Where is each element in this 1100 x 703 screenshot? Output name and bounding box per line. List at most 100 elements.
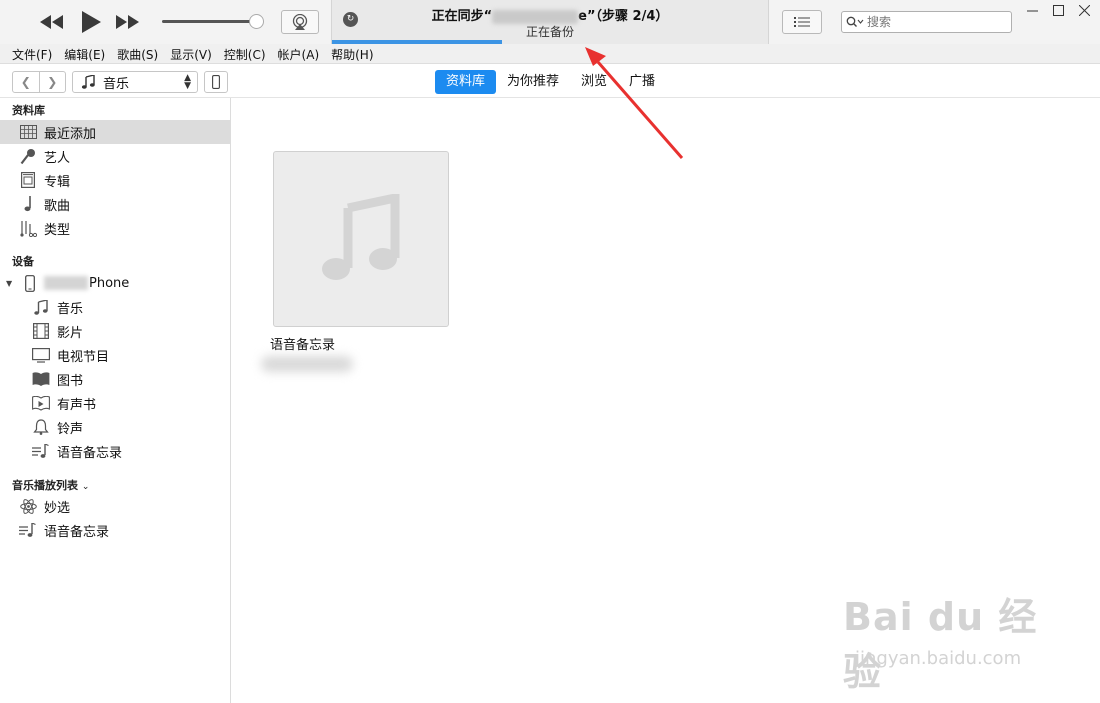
sidebar-item-songs[interactable]: 歌曲 <box>0 192 230 216</box>
minimize-icon <box>1026 10 1038 11</box>
history-navigation: ❮ ❯ <box>12 71 66 93</box>
tab-radio[interactable]: 广播 <box>618 70 666 94</box>
chevron-down-icon: ⌄ <box>81 482 90 492</box>
menu-controls[interactable]: 控制(C) <box>218 44 272 63</box>
fast-forward-icon[interactable] <box>113 10 141 34</box>
sidebar-item-label: 最近添加 <box>44 126 97 142</box>
sidebar-item-label: 电视节目 <box>57 349 110 365</box>
sync-title: 正在同步“ e”（步骤 2/4） <box>332 5 768 24</box>
airplay-icon <box>292 14 308 30</box>
watermark-url: jingyan.baidu.com <box>855 648 1022 669</box>
sidebar-item-label: 妙选 <box>44 500 71 516</box>
up-next-button[interactable] <box>782 10 822 34</box>
tab-library[interactable]: 资料库 <box>435 70 497 94</box>
device-name-redacted <box>492 9 579 24</box>
playlist-icon <box>31 441 51 461</box>
updown-chevron-icon: ▲ ▼ <box>184 73 191 91</box>
sidebar-item-label: 艺人 <box>44 150 71 166</box>
album-artist-redacted <box>261 356 353 372</box>
sidebar-item-label: 图书 <box>57 373 84 389</box>
album-title[interactable]: 语音备忘录 <box>270 334 335 353</box>
tab-browse[interactable]: 浏览 <box>570 70 618 94</box>
back-button[interactable]: ❮ <box>13 72 40 92</box>
device-name-redacted <box>44 276 88 290</box>
iphone-icon <box>20 273 40 293</box>
audiobook-icon <box>31 393 51 413</box>
maximize-button[interactable] <box>1048 2 1068 18</box>
rewind-icon[interactable] <box>38 10 66 34</box>
navigation-bar: ❮ ❯ 音乐 ▲ ▼ 资料库 为你推荐 浏览 广播 <box>0 65 1100 98</box>
book-icon <box>31 369 51 389</box>
menu-edit[interactable]: 编辑(E) <box>58 44 111 63</box>
section-tabs: 资料库 为你推荐 浏览 广播 <box>435 70 666 94</box>
sidebar-item-recently-added[interactable]: 最近添加 <box>0 120 230 144</box>
sidebar-item-label: 类型 <box>44 222 71 238</box>
volume-slider[interactable] <box>162 14 264 29</box>
sidebar-item-label: 音乐 <box>57 301 84 317</box>
menu-view[interactable]: 显示(V) <box>164 44 218 63</box>
device-name: Phone <box>89 275 130 291</box>
tab-for-you[interactable]: 为你推荐 <box>496 70 570 94</box>
tv-icon <box>31 345 51 365</box>
baidu-watermark: Bai du 经验 jingyan.baidu.com <box>843 586 1043 694</box>
microphone-icon <box>18 146 38 166</box>
sidebar-device-voice-memos[interactable]: 语音备忘录 <box>0 439 230 463</box>
close-icon <box>1078 4 1090 16</box>
sidebar-device-tv-shows[interactable]: 电视节目 <box>0 343 230 367</box>
album-artwork[interactable] <box>273 151 449 327</box>
devices-section-header: 设备 <box>12 255 34 268</box>
itunes-window: ↻ 正在同步“ e”（步骤 2/4） 正在备份 搜索 文件(F) 编辑(E) 歌… <box>0 0 1100 703</box>
sidebar-device-books[interactable]: 图书 <box>0 367 230 391</box>
sidebar-item-label: 专辑 <box>44 174 71 190</box>
bell-icon <box>31 417 51 437</box>
maximize-icon <box>1052 4 1064 16</box>
playlists-section-header[interactable]: 音乐播放列表 ⌄ <box>12 477 89 493</box>
sidebar-item-label: 铃声 <box>57 421 84 437</box>
sidebar-item-label: 语音备忘录 <box>57 445 123 461</box>
minimize-button[interactable] <box>1022 2 1042 18</box>
music-note-icon <box>322 194 400 280</box>
sidebar-item-albums[interactable]: 专辑 <box>0 168 230 192</box>
sidebar-item-artists[interactable]: 艺人 <box>0 144 230 168</box>
menu-bar: 文件(F) 编辑(E) 歌曲(S) 显示(V) 控制(C) 帐户(A) 帮助(H… <box>0 44 1100 64</box>
music-note-icon <box>81 75 95 89</box>
media-type-label: 音乐 <box>103 76 130 92</box>
list-icon <box>794 17 810 27</box>
album-icon <box>18 170 38 190</box>
sidebar-device-audiobooks[interactable]: 有声书 <box>0 391 230 415</box>
genius-icon <box>18 496 38 516</box>
sidebar: 资料库 最近添加 艺人 专辑 歌曲 类型 设备 ▼ Phone 音乐 影片 电视… <box>0 98 231 703</box>
forward-button[interactable]: ❯ <box>40 72 66 92</box>
media-type-select[interactable]: 音乐 ▲ ▼ <box>72 71 198 93</box>
library-section-header: 资料库 <box>12 104 45 117</box>
sidebar-item-label: 歌曲 <box>44 198 71 214</box>
sidebar-device-movies[interactable]: 影片 <box>0 319 230 343</box>
sidebar-device-music[interactable]: 音乐 <box>0 295 230 319</box>
sidebar-device-tones[interactable]: 铃声 <box>0 415 230 439</box>
playlists-header-label: 音乐播放列表 <box>12 479 78 492</box>
playlist-icon <box>18 520 38 540</box>
volume-knob[interactable] <box>249 14 264 29</box>
close-button[interactable] <box>1074 2 1094 18</box>
film-icon <box>31 321 51 341</box>
disclosure-triangle-icon[interactable]: ▼ <box>6 279 20 288</box>
device-button[interactable] <box>204 71 228 93</box>
player-bar: ↻ 正在同步“ e”（步骤 2/4） 正在备份 <box>0 0 1100 44</box>
sidebar-playlist-voice-memos[interactable]: 语音备忘录 <box>0 518 230 542</box>
airplay-button[interactable] <box>281 10 319 34</box>
sidebar-item-genres[interactable]: 类型 <box>0 216 230 240</box>
watermark-logo: Bai du 经验 <box>843 595 1038 694</box>
menu-file[interactable]: 文件(F) <box>6 44 58 63</box>
search-field[interactable] <box>841 11 1012 33</box>
iphone-icon <box>212 75 220 89</box>
search-input[interactable] <box>867 15 997 29</box>
genre-icon <box>18 218 38 238</box>
sidebar-item-label: 影片 <box>57 325 84 341</box>
sidebar-playlist-genius[interactable]: 妙选 <box>0 494 230 518</box>
menu-help[interactable]: 帮助(H) <box>325 44 379 63</box>
sidebar-device[interactable]: ▼ Phone <box>0 271 230 295</box>
menu-account[interactable]: 帐户(A) <box>272 44 326 63</box>
play-icon[interactable] <box>77 10 105 34</box>
menu-song[interactable]: 歌曲(S) <box>111 44 164 63</box>
chevron-left-icon: ❮ <box>20 75 31 89</box>
